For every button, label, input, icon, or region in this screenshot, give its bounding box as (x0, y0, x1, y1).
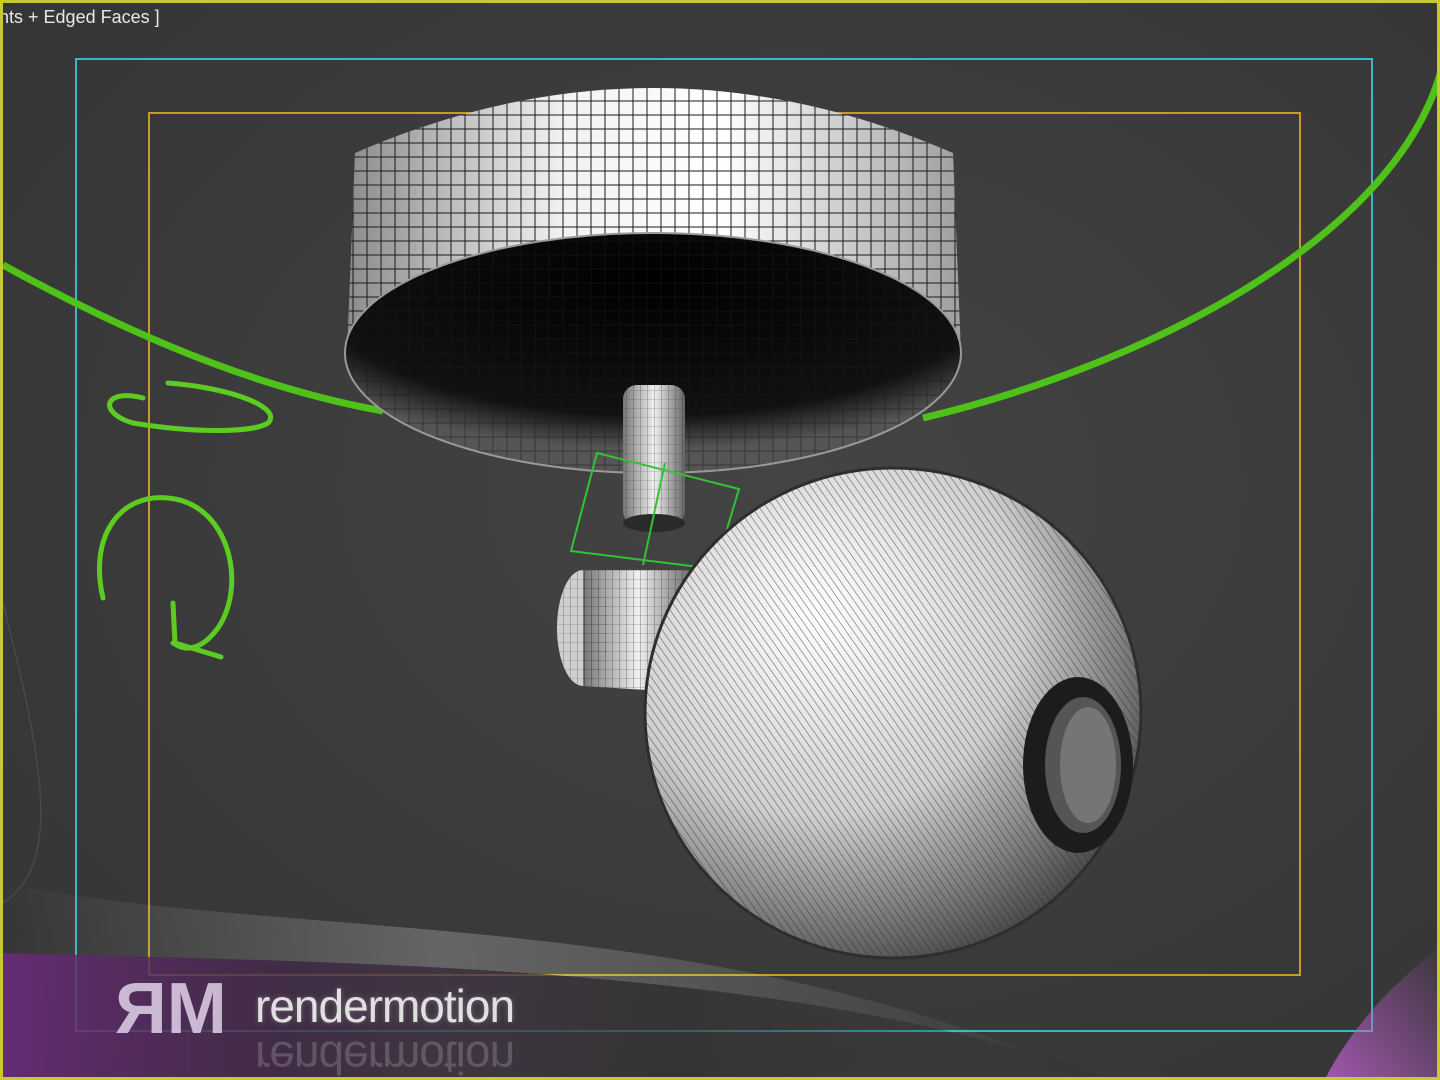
spotlight-sphere (643, 466, 1143, 960)
brand-name: rendermotion (255, 980, 515, 1032)
selection-spline-right (922, 71, 1437, 422)
rotate-arrow-horizontal (107, 380, 273, 433)
selection-spline-left (3, 261, 384, 415)
rotate-gizmo (96, 380, 273, 660)
3d-viewport[interactable]: ghts + Edged Faces ] ЯM rendermotion ren… (0, 0, 1440, 1080)
viewport-scene[interactable] (3, 3, 1440, 1080)
rotate-arrow-vertical (96, 495, 235, 651)
brand-name-reflection: rendermotion (255, 1032, 515, 1080)
